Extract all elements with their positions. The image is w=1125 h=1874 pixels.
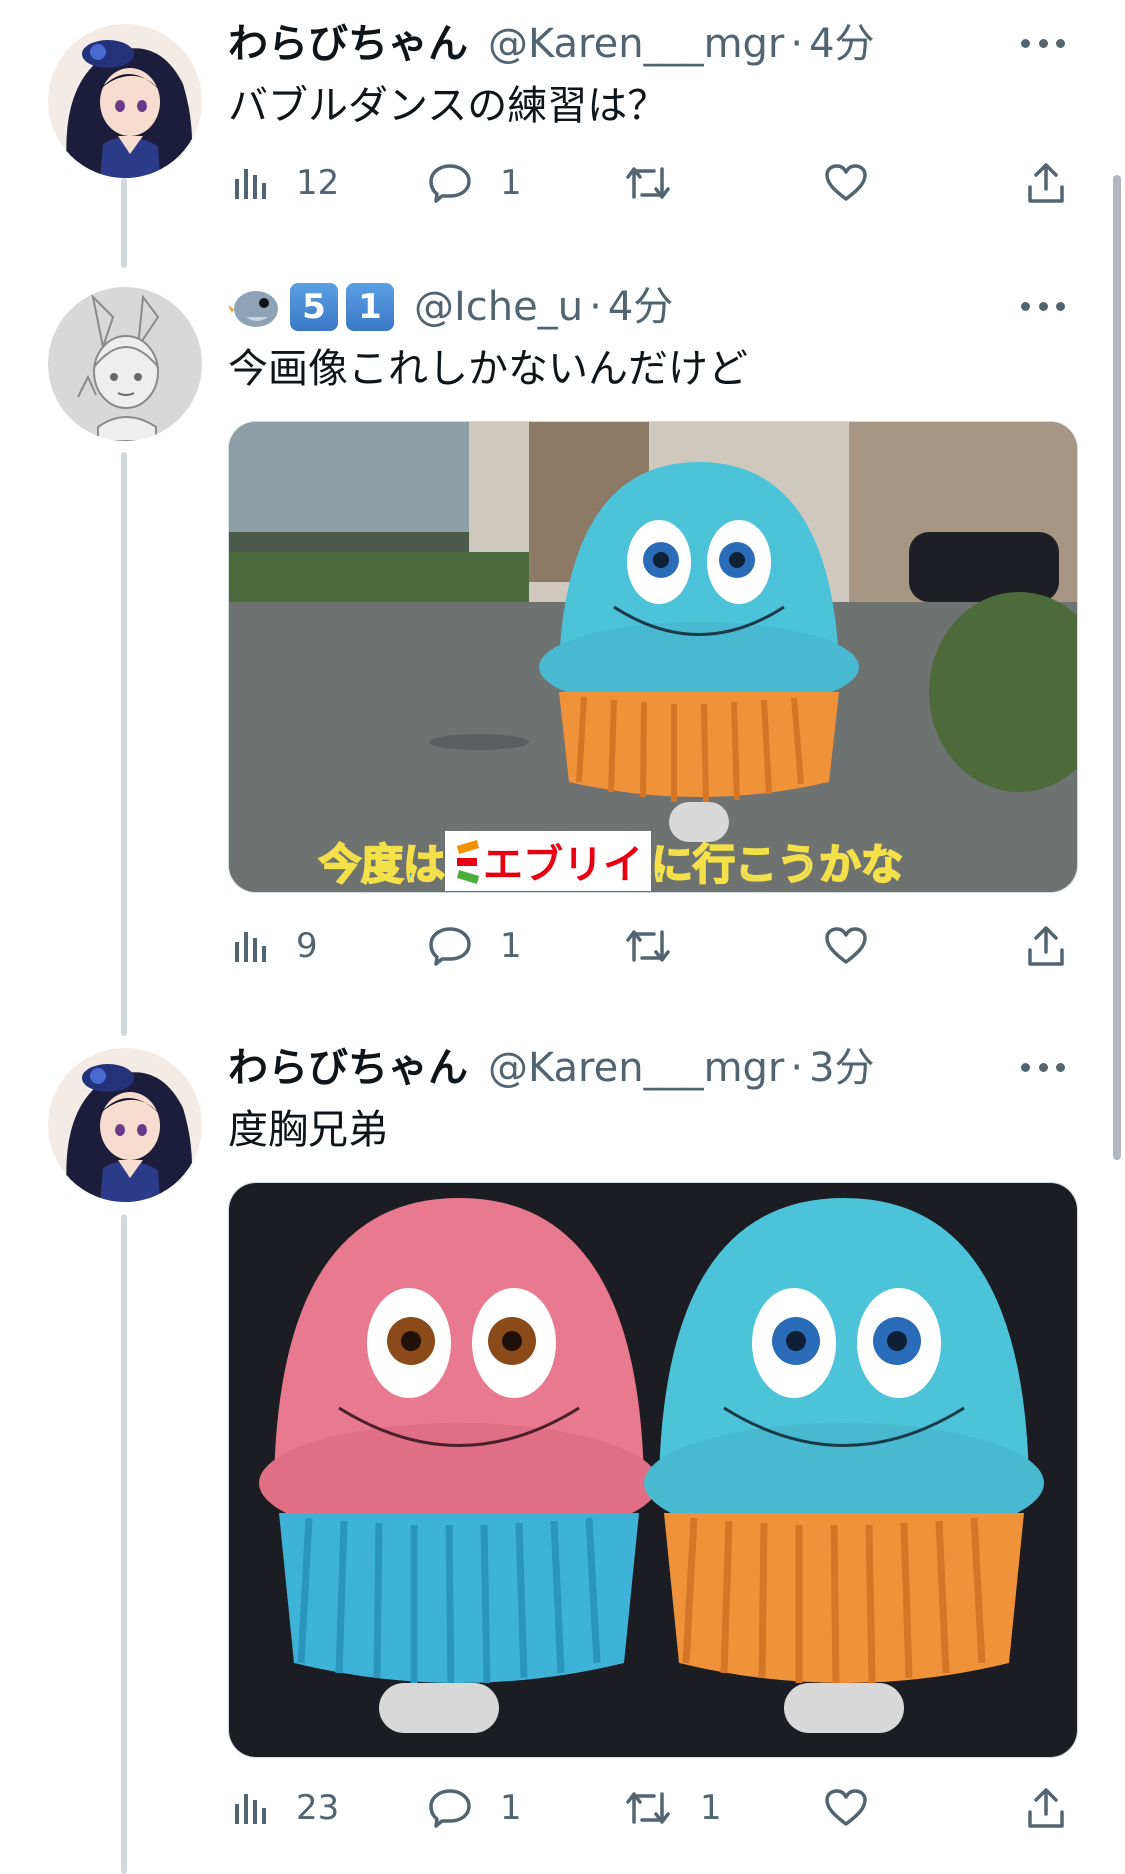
more-dots-icon[interactable] xyxy=(1021,291,1065,321)
reply-button[interactable]: 1 xyxy=(428,1778,522,1838)
views-count: 9 xyxy=(296,926,318,966)
separator-dot: · xyxy=(790,21,804,67)
bird-emoji-icon xyxy=(228,291,278,327)
separator-dot: · xyxy=(589,284,602,330)
number-badge: 5 xyxy=(290,283,338,331)
tweet-image[interactable]: 今度は エブリイ に行こうかな xyxy=(228,421,1078,893)
timestamp[interactable]: 3分 xyxy=(809,1038,874,1098)
reply-count: 1 xyxy=(500,163,522,203)
user-handle[interactable]: @Karen___mgr xyxy=(488,14,784,74)
share-button[interactable] xyxy=(1026,916,1066,976)
reply-button[interactable]: 1 xyxy=(428,916,522,976)
reply-count: 1 xyxy=(500,926,522,966)
tweet-text: バブルダンスの練習は？ xyxy=(228,83,668,129)
image-caption: 今度は エブリイ に行こうかな xyxy=(318,830,904,892)
bar-chart-icon xyxy=(235,169,266,199)
timestamp[interactable]: 4分 xyxy=(809,14,874,74)
like-button[interactable] xyxy=(824,916,896,976)
avatar[interactable] xyxy=(48,287,202,441)
timeline-feed: わらびちゃん @Karen___mgr · 4分 バブルダンスの練習は？ 12 … xyxy=(0,0,1125,1874)
tweet-header: わらびちゃん @Karen___mgr · 3分 xyxy=(228,1038,875,1098)
tweet[interactable]: わらびちゃん @Karen___mgr · 4分 バブルダンスの練習は？ 12 … xyxy=(0,0,1125,260)
retweet-button[interactable] xyxy=(624,916,700,976)
views-count: 12 xyxy=(296,163,340,203)
caption-logo: エブリイ xyxy=(445,831,652,891)
tweet-header: わらびちゃん @Karen___mgr · 4分 xyxy=(228,14,875,74)
bar-chart-icon xyxy=(235,1794,266,1824)
tweet-image[interactable] xyxy=(228,1182,1078,1758)
caption-logo-text: エブリイ xyxy=(483,842,644,888)
retweet-button[interactable] xyxy=(624,153,700,213)
share-upload-icon xyxy=(1028,926,1064,966)
share-upload-icon xyxy=(1028,163,1064,203)
separator-dot: · xyxy=(790,1045,804,1091)
like-button[interactable] xyxy=(824,1778,896,1838)
caption-prefix: 今度は xyxy=(318,839,446,890)
retweet-icon xyxy=(626,167,670,199)
retweet-icon xyxy=(626,930,670,962)
tweet-actions: 23 1 1 xyxy=(228,1778,1076,1838)
retweet-button[interactable]: 1 xyxy=(624,1778,722,1838)
speech-bubble-icon xyxy=(429,927,471,966)
mascot-blue xyxy=(644,1198,1044,1733)
bar-chart-icon xyxy=(235,932,266,962)
more-dots-icon[interactable] xyxy=(1021,1052,1065,1082)
tweet-header: 5 1 @Iche_u · 4分 xyxy=(228,277,673,337)
speech-bubble-icon xyxy=(429,164,471,203)
tweet-actions: 12 1 xyxy=(228,153,1076,213)
caption-suffix: に行こうかな xyxy=(650,839,904,890)
speech-bubble-icon xyxy=(429,1789,471,1828)
tweet-text: 度胸兄弟 xyxy=(228,1107,388,1153)
views-count: 23 xyxy=(296,1788,340,1828)
like-button[interactable] xyxy=(824,153,896,213)
reply-button[interactable]: 1 xyxy=(428,153,522,213)
display-name[interactable]: わらびちゃん xyxy=(228,1038,468,1098)
reply-count: 1 xyxy=(500,1788,522,1828)
share-button[interactable] xyxy=(1026,1778,1066,1838)
more-dots-icon[interactable] xyxy=(1021,28,1065,58)
number-badge: 1 xyxy=(346,283,394,331)
tweet-text: 今画像これしかないんだけど xyxy=(228,346,748,392)
tweet[interactable]: わらびちゃん @Karen___mgr · 3分 度胸兄弟 23 1 1 xyxy=(0,1024,1125,1874)
views-button[interactable]: 12 xyxy=(232,153,339,213)
share-upload-icon xyxy=(1028,1788,1064,1828)
tweet-actions: 9 1 xyxy=(228,916,1076,976)
timestamp[interactable]: 4分 xyxy=(608,277,673,337)
retweet-icon xyxy=(626,1792,670,1824)
views-button[interactable]: 23 xyxy=(232,1778,339,1838)
avatar[interactable] xyxy=(48,24,202,178)
display-name[interactable]: わらびちゃん xyxy=(228,14,468,74)
store-logo-icon xyxy=(457,840,480,884)
retweet-count: 1 xyxy=(700,1788,722,1828)
share-button[interactable] xyxy=(1026,153,1066,213)
heart-icon xyxy=(825,164,867,201)
heart-icon xyxy=(825,927,867,964)
user-handle[interactable]: @Karen___mgr xyxy=(488,1038,784,1098)
mascot-pink xyxy=(259,1198,659,1733)
avatar[interactable] xyxy=(48,1048,202,1202)
heart-icon xyxy=(825,1789,867,1826)
user-handle[interactable]: @Iche_u xyxy=(414,277,583,337)
views-button[interactable]: 9 xyxy=(232,916,318,976)
tweet[interactable]: 5 1 @Iche_u · 4分 今画像これしかないんだけど 今度は エブリイ … xyxy=(0,263,1125,1023)
